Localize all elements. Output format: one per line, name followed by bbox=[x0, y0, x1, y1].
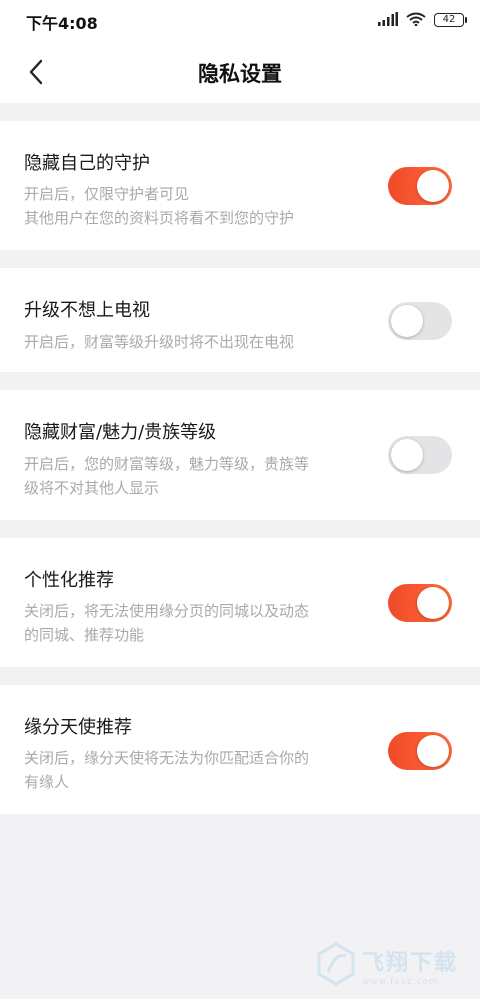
watermark-text-block: 飞翔下载 www.fxxz.com bbox=[362, 945, 458, 987]
header: 下午4:08 42 隐私设置 bbox=[0, 0, 480, 103]
setting-description-line: 开启后，仅限守护者可见 bbox=[24, 185, 190, 203]
toggle-switch[interactable] bbox=[388, 584, 452, 622]
watermark: 飞翔下载 www.fxxz.com bbox=[316, 938, 476, 994]
wifi-icon bbox=[406, 11, 426, 30]
battery-icon: 42 bbox=[434, 13, 467, 27]
setting-angel-recommend: 缘分天使推荐 关闭后，缘分天使将无法为你匹配适合你的 有缘人 bbox=[0, 685, 480, 814]
setting-description: 关闭后，缘分天使将无法为你匹配适合你的 有缘人 bbox=[24, 746, 364, 794]
setting-description-line: 关闭后，缘分天使将无法为你匹配适合你的 bbox=[24, 749, 310, 767]
status-time: 下午4:08 bbox=[26, 14, 98, 33]
signal-icon bbox=[378, 11, 398, 30]
nav-bar: 隐私设置 bbox=[0, 40, 480, 103]
watermark-url: www.fxxz.com bbox=[362, 977, 439, 987]
toggle-knob bbox=[391, 305, 423, 337]
toggle-knob bbox=[417, 735, 449, 767]
setting-description-line: 级将不对其他人显示 bbox=[24, 479, 160, 497]
toggle-knob bbox=[417, 170, 449, 202]
toggle-knob bbox=[391, 439, 423, 471]
watermark-logo-icon bbox=[316, 942, 356, 990]
setting-hide-levels: 隐藏财富/魅力/贵族等级 开启后，您的财富等级，魅力等级，贵族等 级将不对其他人… bbox=[0, 390, 480, 520]
setting-description-line: 开启后，您的财富等级，魅力等级，贵族等 bbox=[24, 455, 310, 473]
setting-title: 隐藏自己的守护 bbox=[24, 153, 150, 174]
toggle-switch[interactable] bbox=[388, 302, 452, 340]
setting-description-line: 的同城、推荐功能 bbox=[24, 626, 145, 644]
status-bar: 下午4:08 42 bbox=[0, 0, 480, 40]
setting-description-line: 其他用户在您的资料页将看不到您的守护 bbox=[24, 209, 295, 227]
toggle-knob bbox=[417, 587, 449, 619]
setting-description: 开启后，财富等级升级时将不出现在电视 bbox=[24, 330, 364, 354]
setting-title: 个性化推荐 bbox=[24, 570, 114, 591]
status-icons: 42 bbox=[378, 10, 467, 30]
setting-description-line: 开启后，财富等级升级时将不出现在电视 bbox=[24, 333, 295, 351]
toggle-switch[interactable] bbox=[388, 732, 452, 770]
toggle-switch[interactable] bbox=[388, 436, 452, 474]
setting-description-line: 关闭后，将无法使用缘分页的同城以及动态 bbox=[24, 602, 310, 620]
setting-title: 升级不想上电视 bbox=[24, 300, 150, 321]
setting-description-line: 有缘人 bbox=[24, 773, 70, 791]
page-title: 隐私设置 bbox=[198, 62, 282, 86]
setting-personalized-recommend: 个性化推荐 关闭后，将无法使用缘分页的同城以及动态 的同城、推荐功能 bbox=[0, 538, 480, 667]
setting-title: 缘分天使推荐 bbox=[24, 717, 132, 738]
toggle-switch[interactable] bbox=[388, 167, 452, 205]
setting-description: 开启后，仅限守护者可见 其他用户在您的资料页将看不到您的守护 bbox=[24, 182, 364, 230]
setting-title: 隐藏财富/魅力/贵族等级 bbox=[24, 422, 217, 443]
setting-description: 开启后，您的财富等级，魅力等级，贵族等 级将不对其他人显示 bbox=[24, 452, 364, 500]
setting-hide-guardian: 隐藏自己的守护 开启后，仅限守护者可见 其他用户在您的资料页将看不到您的守护 bbox=[0, 121, 480, 250]
setting-description: 关闭后，将无法使用缘分页的同城以及动态 的同城、推荐功能 bbox=[24, 599, 364, 647]
watermark-text: 飞翔下载 bbox=[362, 951, 459, 976]
setting-no-tv-upgrade: 升级不想上电视 开启后，财富等级升级时将不出现在电视 bbox=[0, 268, 480, 372]
